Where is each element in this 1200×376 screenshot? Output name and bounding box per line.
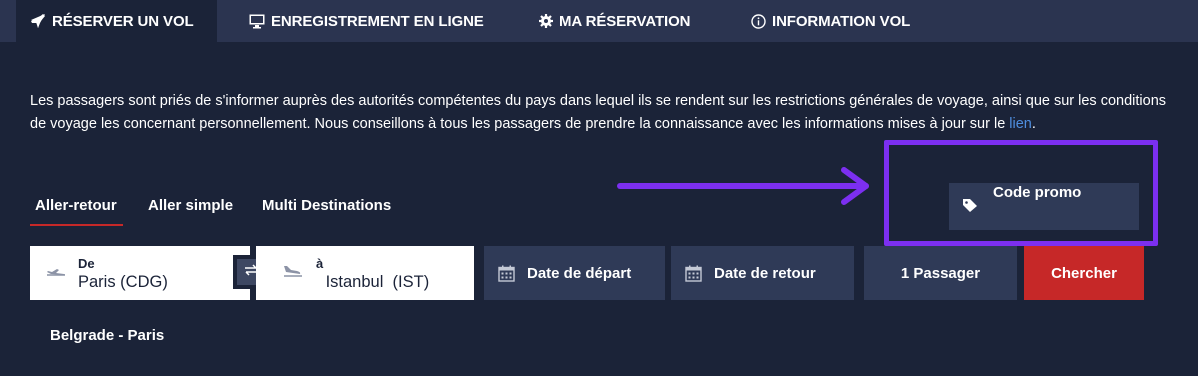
arrival-plane-icon	[282, 263, 304, 284]
info-icon	[751, 13, 766, 29]
origin-value: Paris (CDG)	[78, 273, 168, 291]
trip-type-round-trip[interactable]: Aller-retour	[35, 197, 117, 214]
departure-date-field[interactable]: Date de départ	[484, 246, 665, 300]
origin-label: De	[78, 256, 95, 271]
monitor-icon	[249, 14, 265, 29]
notice-text: Les passagers sont priés de s'informer a…	[30, 93, 1167, 132]
trip-type-multi-city[interactable]: Multi Destinations	[262, 197, 391, 214]
calendar-icon	[498, 265, 515, 282]
recent-search-link[interactable]: Belgrade - Paris	[50, 327, 164, 344]
annotation-arrow	[617, 167, 869, 205]
plane-icon	[30, 13, 46, 29]
tag-icon	[962, 198, 978, 218]
trip-type-one-way[interactable]: Aller simple	[148, 197, 233, 214]
destination-field[interactable]: à Istanbul (IST)	[256, 246, 474, 300]
tab-label: RÉSERVER UN VOL	[52, 12, 194, 30]
tab-my-booking[interactable]: MA RÉSERVATION	[539, 0, 690, 42]
destination-label: à	[316, 256, 324, 271]
tab-book-flight[interactable]: RÉSERVER UN VOL	[16, 0, 217, 42]
selected-trip-underline	[30, 224, 123, 226]
notice-link[interactable]: lien	[1009, 116, 1032, 132]
notice-end: .	[1031, 115, 1036, 132]
origin-field[interactable]: De Paris (CDG)	[30, 246, 250, 300]
passengers-label: 1 Passager	[900, 264, 981, 282]
tab-label: ENREGISTREMENT EN LIGNE	[271, 12, 484, 30]
departure-date-label: Date de départ	[527, 264, 632, 282]
passengers-selector[interactable]: 1 Passager	[864, 246, 1017, 300]
tab-online-checkin[interactable]: ENREGISTREMENT EN LIGNE	[249, 0, 484, 42]
calendar-icon	[685, 265, 702, 282]
destination-value: Istanbul (IST)	[321, 273, 430, 291]
return-date-label: Date de retour	[714, 264, 816, 282]
return-date-field[interactable]: Date de retour	[671, 246, 854, 300]
tab-label: INFORMATION VOL	[772, 12, 911, 30]
tab-bar: RÉSERVER UN VOL ENREGISTREMENT EN LIGNE …	[0, 0, 1200, 42]
tab-label: MA RÉSERVATION	[559, 12, 691, 30]
departure-plane-icon	[45, 263, 67, 284]
promo-code-button[interactable]: Code promo	[949, 183, 1139, 230]
search-button[interactable]: Chercher	[1024, 246, 1144, 300]
tab-flight-info[interactable]: INFORMATION VOL	[751, 0, 910, 42]
travel-notice: Les passagers sont priés de s'informer a…	[30, 90, 1170, 135]
promo-code-label: Code promo	[993, 184, 1082, 201]
gear-icon	[539, 14, 553, 28]
